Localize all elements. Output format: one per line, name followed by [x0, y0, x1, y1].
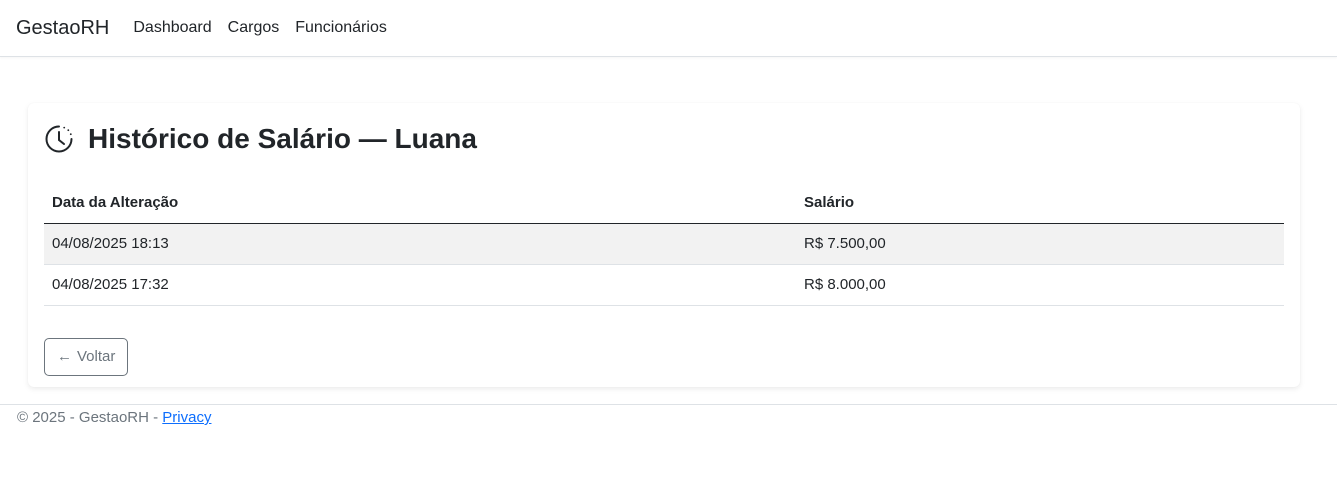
nav-link-funcionarios[interactable]: Funcionários: [295, 20, 387, 36]
nav-links: Dashboard Cargos Funcionários: [133, 20, 402, 36]
cell-salary: R$ 7.500,00: [796, 223, 1284, 265]
card-header: Histórico de Salário — Luana: [44, 123, 1284, 155]
cell-date: 04/08/2025 17:32: [44, 264, 796, 306]
footer-text: © 2025 - GestaoRH -: [17, 409, 163, 426]
back-button-label: Voltar: [77, 348, 116, 365]
back-button[interactable]: ← Voltar: [44, 337, 129, 376]
salary-history-table: Data da Alteração Salário 04/08/2025 18:…: [44, 183, 1284, 306]
privacy-link[interactable]: Privacy: [162, 409, 211, 426]
cell-salary: R$ 8.000,00: [796, 264, 1284, 306]
table-row: 04/08/2025 18:13 R$ 7.500,00: [44, 223, 1284, 265]
brand-link[interactable]: GestaoRH: [16, 18, 109, 38]
cell-date: 04/08/2025 18:13: [44, 223, 796, 265]
navbar: GestaoRH Dashboard Cargos Funcionários: [0, 0, 1337, 57]
main-content: Histórico de Salário — Luana Data da Alt…: [0, 57, 1337, 387]
column-header-date: Data da Alteração: [44, 183, 796, 224]
table-row: 04/08/2025 17:32 R$ 8.000,00: [44, 264, 1284, 306]
salary-history-card: Histórico de Salário — Luana Data da Alt…: [28, 103, 1300, 387]
arrow-left-icon: ←: [57, 348, 72, 365]
footer: © 2025 - GestaoRH - Privacy: [0, 404, 1337, 431]
clock-history-icon: [44, 124, 74, 154]
table-header-row: Data da Alteração Salário: [44, 183, 1284, 224]
nav-link-dashboard[interactable]: Dashboard: [133, 20, 211, 36]
nav-link-cargos[interactable]: Cargos: [228, 20, 280, 36]
column-header-salary: Salário: [796, 183, 1284, 224]
page-title: Histórico de Salário — Luana: [88, 123, 477, 154]
